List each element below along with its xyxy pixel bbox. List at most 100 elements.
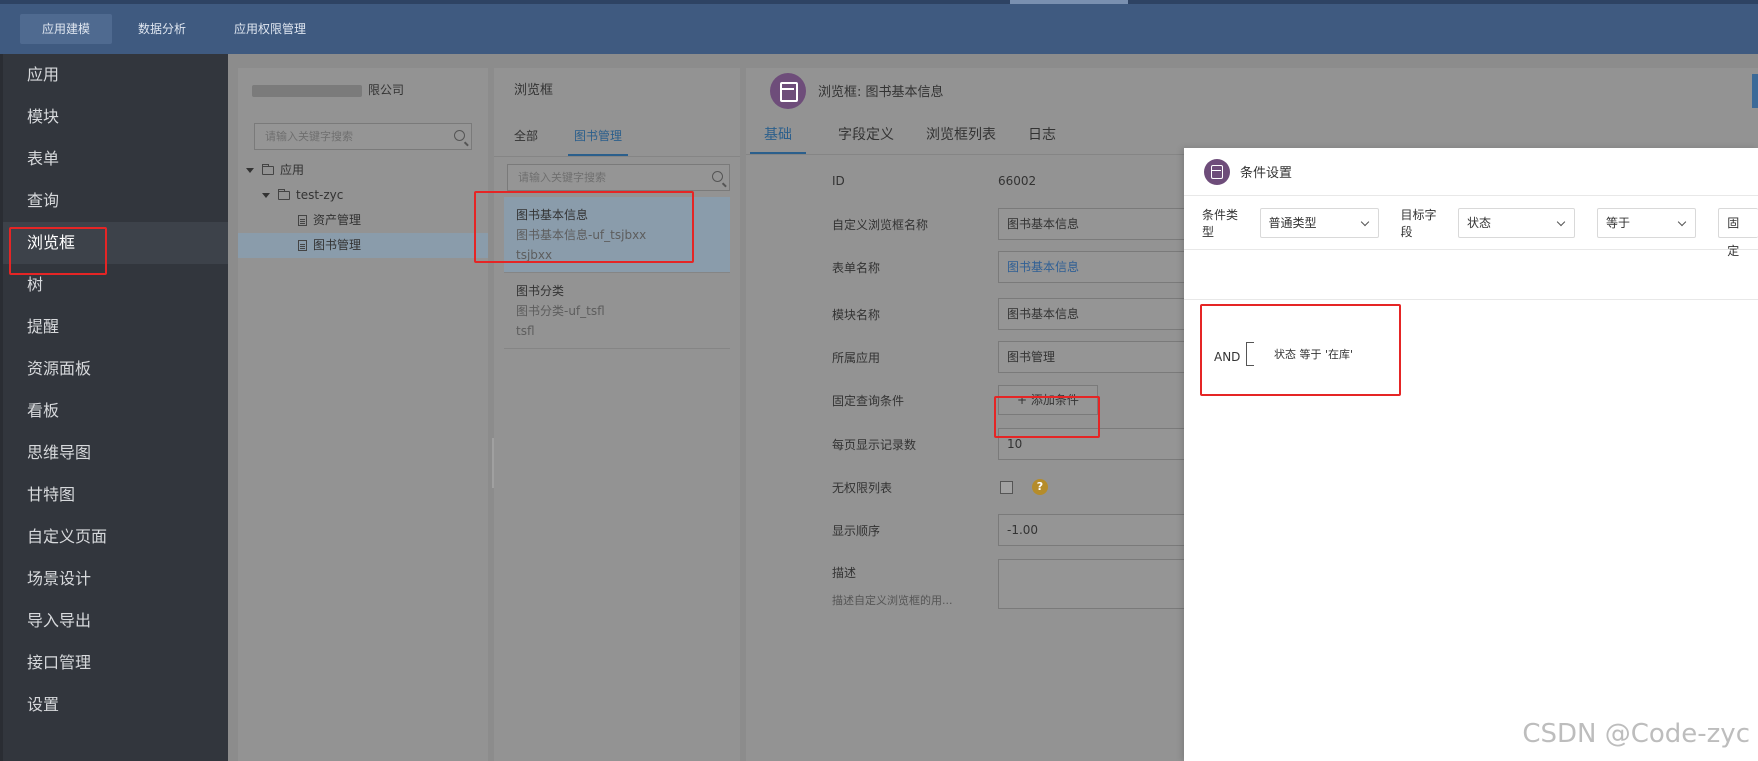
id-label: ID (832, 174, 845, 188)
tree-node-book-mgmt[interactable]: 图书管理 (238, 233, 488, 258)
help-icon[interactable]: ? (1032, 479, 1048, 495)
tab-basic[interactable]: 基础 (750, 117, 806, 154)
sidebar-item-form[interactable]: 表单 (3, 138, 228, 180)
page-size-label: 每页显示记录数 (832, 437, 917, 452)
tree-panel: 限公司 应用 test-zyc 资产管理 图书管理 (238, 68, 488, 761)
condition-tree: AND 状态 等于 '在库' (1184, 300, 1758, 420)
sidebar-item-reminder[interactable]: 提醒 (3, 306, 228, 348)
operator-value: 等于 (1606, 215, 1631, 230)
sidebar-item-settings[interactable]: 设置 (3, 684, 228, 726)
main-header: 浏览框: 图书基本信息 (746, 68, 1758, 113)
list-item-sub: 图书基本信息-uf_tsjbxx (516, 228, 647, 242)
top-stripe (0, 0, 1758, 4)
add-condition-button[interactable]: + 添加条件 (998, 385, 1098, 415)
sidebar-item-tree[interactable]: 树 (3, 264, 228, 306)
sidebar-item-api[interactable]: 接口管理 (3, 642, 228, 684)
sidebar-item-query[interactable]: 查询 (3, 180, 228, 222)
sidebar-item-resource-panel[interactable]: 资源面板 (3, 348, 228, 390)
modal-header: 条件设置 (1184, 148, 1758, 196)
sidebar-item-browser[interactable]: 浏览框 (3, 222, 228, 264)
no-permission-label: 无权限列表 (832, 480, 893, 495)
chevron-down-icon (1677, 217, 1687, 226)
list-panel-title: 浏览框 (514, 83, 554, 98)
document-icon (298, 240, 307, 251)
condition-input-area (1184, 250, 1758, 300)
tree-node-label: 图书管理 (313, 238, 362, 252)
tab-log[interactable]: 日志 (1028, 117, 1056, 154)
id-value: 66002 (998, 174, 1037, 188)
tree-node-app[interactable]: 应用 (238, 158, 488, 183)
document-icon (298, 215, 307, 226)
modal-title: 条件设置 (1240, 166, 1293, 181)
sidebar-item-custom-page[interactable]: 自定义页面 (3, 516, 228, 558)
company-header: 限公司 (238, 68, 488, 113)
chevron-down-icon (1556, 217, 1566, 226)
no-permission-checkbox[interactable] (1000, 480, 1013, 494)
chevron-down-icon (1360, 217, 1369, 226)
cube-icon (770, 72, 806, 109)
fixed-value-select[interactable]: 固定 (1718, 207, 1758, 258)
name-label: 自定义浏览框名称 (832, 217, 929, 232)
tree-node-label: test-zyc (296, 188, 344, 202)
folder-icon (262, 164, 274, 175)
operator-select[interactable]: 等于 (1597, 207, 1697, 238)
target-field-select[interactable]: 状态 (1458, 207, 1576, 238)
list-item-sub: 图书分类-uf_tsfl (516, 304, 605, 318)
sidebar: 应用 模块 表单 查询 浏览框 树 提醒 资源面板 看板 思维导图 甘特图 自定… (0, 54, 228, 761)
page-title: 浏览框: 图书基本信息 (818, 85, 944, 100)
bracket-icon (1246, 342, 1254, 366)
order-label: 显示顺序 (832, 523, 881, 538)
list-item-name: 图书分类 (516, 284, 565, 298)
browser-list-panel: 浏览框 全部 图书管理 图书基本信息 图书基本信息-uf_tsjbxx tsjb… (494, 68, 740, 761)
company-name-redacted (252, 84, 362, 97)
module-label: 模块名称 (832, 307, 881, 322)
top-tab-permission[interactable]: 应用权限管理 (212, 14, 328, 44)
tree-node-label: 应用 (280, 163, 305, 177)
list-item[interactable]: 图书基本信息 图书基本信息-uf_tsjbxx tsjbxx (504, 197, 730, 273)
fixed-value-label: 固定 (1727, 215, 1740, 258)
sidebar-item-app[interactable]: 应用 (3, 54, 228, 96)
top-tab-app-modeling[interactable]: 应用建模 (20, 14, 113, 44)
sidebar-item-mindmap[interactable]: 思维导图 (3, 432, 228, 474)
tree-node-test-zyc[interactable]: test-zyc (238, 183, 488, 208)
sidebar-item-kanban[interactable]: 看板 (3, 390, 228, 432)
condition-bar: 条件类型 普通类型 目标字段 状态 等于 固定 (1184, 196, 1758, 258)
sidebar-item-scene-design[interactable]: 场景设计 (3, 558, 228, 600)
caret-down-icon[interactable] (246, 168, 254, 173)
form-label: 表单名称 (832, 260, 881, 275)
tree-search-input[interactable] (255, 124, 471, 149)
sidebar-item-gantt[interactable]: 甘特图 (3, 474, 228, 516)
right-edge-button[interactable] (1752, 74, 1758, 108)
tab-browser-list[interactable]: 浏览框列表 (926, 117, 996, 154)
list-item-code: tsfl (516, 324, 535, 338)
tab-all[interactable]: 全部 (514, 119, 538, 156)
top-tab-data-analysis[interactable]: 数据分析 (116, 14, 208, 44)
watermark: CSDN @Code-zyc (1522, 719, 1750, 749)
condition-type-select[interactable]: 普通类型 (1259, 207, 1379, 238)
list-item[interactable]: 图书分类 图书分类-uf_tsfl tsfl (504, 273, 730, 349)
sidebar-item-module[interactable]: 模块 (3, 96, 228, 138)
and-operator-label[interactable]: AND (1214, 350, 1240, 364)
sidebar-item-import-export[interactable]: 导入导出 (3, 600, 228, 642)
list-search (507, 164, 730, 191)
tree-node-label: 资产管理 (313, 213, 362, 227)
search-icon[interactable] (712, 171, 723, 182)
tab-field-definition[interactable]: 字段定义 (838, 117, 894, 154)
cube-icon (1204, 158, 1230, 185)
list-tabs: 全部 图书管理 (494, 119, 740, 157)
company-name: 限公司 (368, 83, 405, 97)
top-nav: 应用建模 数据分析 应用权限管理 (20, 14, 328, 44)
tree-node-asset-mgmt[interactable]: 资产管理 (238, 208, 488, 233)
tab-book-mgmt[interactable]: 图书管理 (568, 119, 629, 156)
condition-expression[interactable]: 状态 等于 '在库' (1274, 346, 1353, 362)
app-label: 所属应用 (832, 350, 881, 365)
top-stripe-accent (1010, 0, 1128, 4)
target-field-value: 状态 (1467, 215, 1492, 230)
search-icon[interactable] (454, 130, 465, 141)
caret-down-icon[interactable] (262, 193, 270, 198)
condition-type-label: 条件类型 (1202, 207, 1239, 239)
folder-icon (278, 189, 290, 200)
list-item-name: 图书基本信息 (516, 208, 589, 222)
target-field-label: 目标字段 (1400, 207, 1437, 239)
list-search-input[interactable] (508, 165, 729, 190)
